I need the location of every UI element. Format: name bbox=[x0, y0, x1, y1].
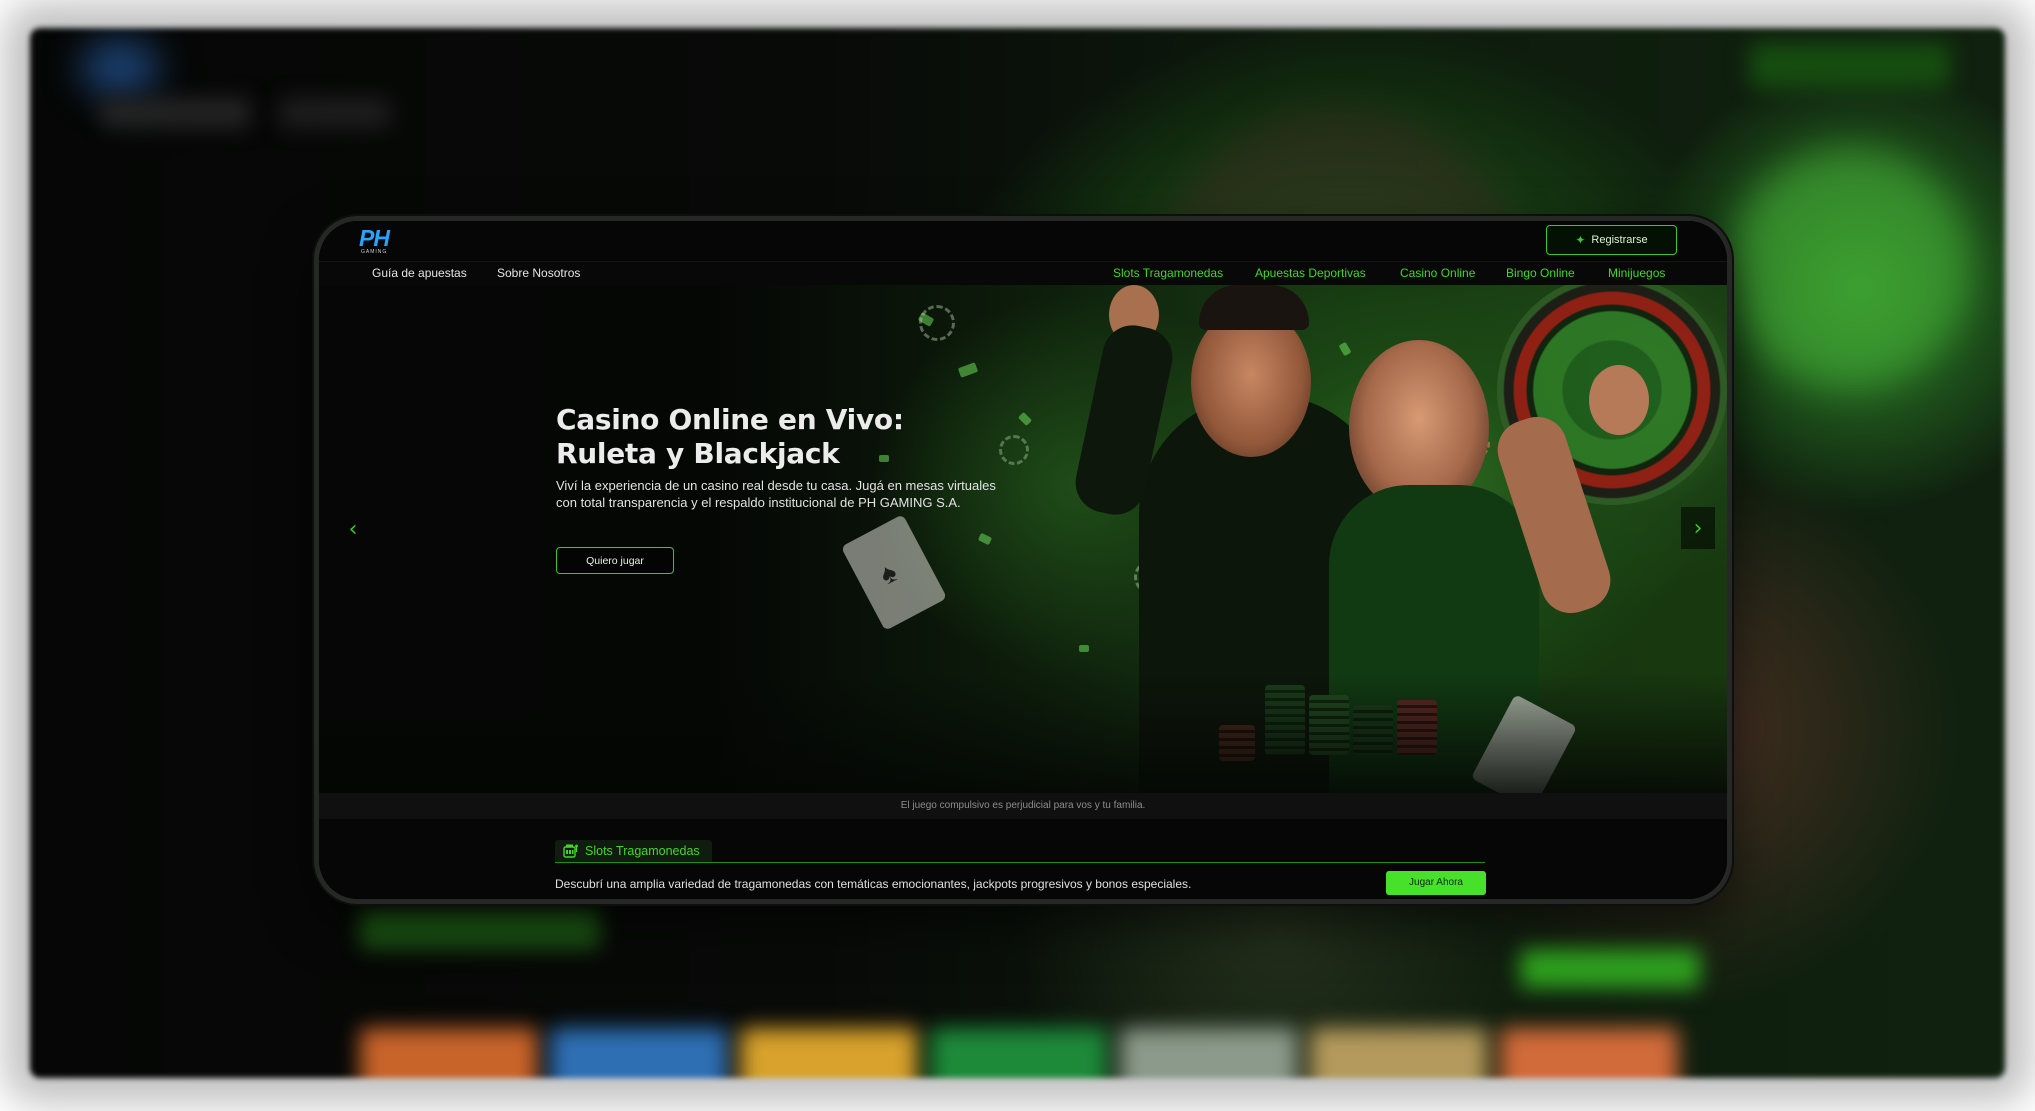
man-hair bbox=[1199, 285, 1309, 330]
confetti bbox=[957, 362, 979, 378]
sparkle-icon: ✦ bbox=[1575, 233, 1586, 247]
confetti bbox=[1338, 341, 1352, 357]
header: PH GAMING ✦ Registrarse bbox=[319, 221, 1727, 261]
slots-section: Slots Tragamonedas Descubrí una amplia v… bbox=[319, 819, 1727, 899]
responsible-gaming-text: El juego compulsivo es perjudicial para … bbox=[900, 800, 1146, 811]
responsible-gaming-bar: El juego compulsivo es perjudicial para … bbox=[319, 793, 1727, 819]
blurred-game-tile bbox=[1120, 1028, 1298, 1078]
spade-icon: ♠ bbox=[874, 556, 902, 591]
blurred-game-tile bbox=[1500, 1028, 1678, 1078]
slot-machine-icon bbox=[563, 844, 578, 858]
logo-text: PH bbox=[359, 225, 390, 251]
blurred-nav-item bbox=[100, 98, 250, 128]
confetti bbox=[1017, 411, 1033, 427]
device-frame: PH GAMING ✦ Registrarse Guía de apuestas… bbox=[314, 216, 1732, 904]
nav-item-guia-de-apuestas[interactable]: Guía de apuestas bbox=[372, 266, 467, 280]
blurred-game-tile bbox=[1310, 1028, 1488, 1078]
blurred-slots-tab bbox=[360, 908, 600, 948]
blurred-roulette bbox=[1730, 148, 1970, 388]
quiero-jugar-button[interactable]: Quiero jugar bbox=[556, 547, 674, 574]
section-divider bbox=[555, 862, 1485, 863]
hero-description-line2: con total transparencia y el respaldo in… bbox=[556, 495, 961, 510]
hero-description: Viví la experiencia de un casino real de… bbox=[556, 477, 1036, 511]
hero-title-line1: Casino Online en Vivo: bbox=[556, 403, 904, 436]
nav-item-sobre-nosotros[interactable]: Sobre Nosotros bbox=[497, 266, 580, 280]
woman-fist bbox=[1589, 365, 1649, 435]
confetti bbox=[1079, 645, 1089, 652]
blurred-logo bbox=[80, 38, 160, 98]
blurred-game-tile bbox=[360, 1028, 538, 1078]
poker-chip bbox=[999, 435, 1029, 465]
hero-carousel: ♠ Casino Online en Vivo: Ruleta y Blackj… bbox=[319, 285, 1727, 793]
slots-section-tab[interactable]: Slots Tragamonedas bbox=[555, 840, 712, 862]
website-screen: PH GAMING ✦ Registrarse Guía de apuestas… bbox=[319, 221, 1727, 899]
chevron-right-icon[interactable]: › bbox=[1681, 507, 1715, 549]
chevron-left-icon[interactable]: ‹ bbox=[341, 517, 365, 542]
playing-card: ♠ bbox=[840, 514, 948, 631]
hero-title: Casino Online en Vivo: Ruleta y Blackjac… bbox=[556, 403, 996, 471]
poker-chip bbox=[919, 305, 955, 341]
nav-item-bingo-online[interactable]: Bingo Online bbox=[1506, 266, 1575, 280]
nav-item-slots-tragamonedas[interactable]: Slots Tragamonedas bbox=[1113, 266, 1223, 280]
nav-item-minijuegos[interactable]: Minijuegos bbox=[1608, 266, 1665, 280]
blurred-game-tile bbox=[930, 1028, 1108, 1078]
hero-description-line1: Viví la experiencia de un casino real de… bbox=[556, 478, 996, 493]
hero-title-line2: Ruleta y Blackjack bbox=[556, 437, 840, 470]
slots-tab-label: Slots Tragamonedas bbox=[585, 844, 700, 858]
register-button[interactable]: ✦ Registrarse bbox=[1546, 225, 1677, 255]
nav-item-casino-online[interactable]: Casino Online bbox=[1400, 266, 1475, 280]
ph-gaming-logo[interactable]: PH GAMING bbox=[359, 227, 393, 257]
jugar-ahora-button[interactable]: Jugar Ahora bbox=[1386, 871, 1486, 895]
main-nav: Guía de apuestas Sobre Nosotros Slots Tr… bbox=[319, 261, 1727, 286]
hero-bottom-shade bbox=[319, 673, 1727, 793]
register-label: Registrarse bbox=[1591, 234, 1648, 246]
blurred-nav-item bbox=[280, 98, 390, 128]
slots-description: Descubrí una amplia variedad de tragamon… bbox=[555, 877, 1192, 891]
blurred-game-tile bbox=[740, 1028, 918, 1078]
confetti bbox=[977, 532, 993, 546]
nav-item-apuestas-deportivas[interactable]: Apuestas Deportivas bbox=[1255, 266, 1366, 280]
blurred-play-button bbox=[1520, 948, 1700, 988]
blurred-register bbox=[1750, 43, 1950, 88]
blurred-game-tile bbox=[550, 1028, 728, 1078]
